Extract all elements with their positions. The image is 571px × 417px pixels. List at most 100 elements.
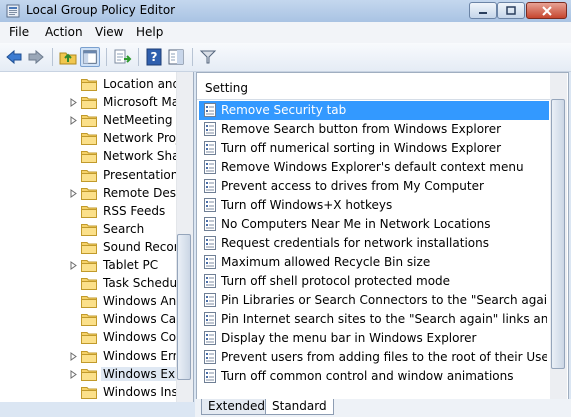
tree-item[interactable]: Presentation S xyxy=(0,167,190,185)
tree-item[interactable]: Windows Cale xyxy=(0,311,187,329)
setting-row[interactable]: Maximum allowed Recycle Bin size xyxy=(199,253,549,272)
tab-extended[interactable]: Extended xyxy=(201,399,272,415)
menu-help[interactable]: Help xyxy=(136,25,163,39)
policy-setting-icon xyxy=(204,179,216,193)
forward-icon[interactable] xyxy=(26,47,46,67)
up-folder-icon[interactable] xyxy=(58,47,78,67)
tab-standard[interactable]: Standard xyxy=(265,399,334,415)
expand-arrow-icon[interactable] xyxy=(70,369,77,379)
back-icon[interactable] xyxy=(4,47,24,67)
setting-row[interactable]: Pin Internet search sites to the "Search… xyxy=(199,310,549,329)
policy-setting-icon xyxy=(204,122,216,136)
folder-icon xyxy=(81,223,97,236)
setting-name: Remove Windows Explorer's default contex… xyxy=(221,160,524,174)
navigation-tree[interactable]: Location and Microsoft Ma NetMeeting Networ… xyxy=(0,72,194,402)
folder-icon xyxy=(81,314,97,327)
tree-item[interactable]: NetMeeting xyxy=(0,112,176,130)
tree-item[interactable]: Task Schedule xyxy=(0,275,188,293)
setting-row[interactable]: Turn off numerical sorting in Windows Ex… xyxy=(199,139,549,158)
tree-item-label: Remote Deskt xyxy=(103,185,188,200)
setting-row[interactable]: Remove Security tab xyxy=(199,101,549,120)
folder-icon xyxy=(81,79,97,91)
tree-item[interactable]: Microsoft Ma xyxy=(0,94,179,112)
setting-row[interactable]: Prevent access to drives from My Compute… xyxy=(199,177,549,196)
setting-row[interactable]: Request credentials for network installa… xyxy=(199,234,549,253)
folder-icon xyxy=(81,386,97,399)
view-tabs: Extended Standard xyxy=(195,399,571,417)
menu-file[interactable]: File xyxy=(9,25,29,39)
policy-setting-icon xyxy=(204,350,216,364)
tree-item[interactable]: Sound Record xyxy=(0,239,186,257)
tree-item[interactable]: Windows Col xyxy=(0,329,179,347)
setting-column-header[interactable]: Setting xyxy=(197,73,550,100)
toolbar-separator xyxy=(138,48,139,66)
settings-scrollbar-thumb[interactable] xyxy=(551,99,565,369)
folder-icon xyxy=(81,133,97,146)
policy-setting-icon xyxy=(204,312,216,326)
expand-arrow-icon[interactable] xyxy=(70,188,77,198)
tree-item[interactable]: Location and xyxy=(0,76,180,94)
title-bar: Local Group Policy Editor xyxy=(0,0,571,22)
setting-name: Request credentials for network installa… xyxy=(221,236,489,250)
expand-arrow-icon[interactable] xyxy=(70,261,77,270)
expand-arrow-icon[interactable] xyxy=(70,351,77,361)
folder-icon xyxy=(81,151,97,164)
setting-name: Display the menu bar in Windows Explorer xyxy=(221,331,477,345)
settings-list[interactable]: Setting Remove Security tab Remove Search… xyxy=(196,72,569,403)
tree-item[interactable]: Windows Inst xyxy=(0,384,182,402)
setting-name: No Computers Near Me in Network Location… xyxy=(221,217,491,231)
setting-row[interactable]: Turn off Windows+X hotkeys xyxy=(199,196,549,215)
tree-item[interactable]: Windows Erro xyxy=(0,348,185,366)
maximize-button[interactable] xyxy=(497,2,525,19)
setting-row[interactable]: Turn off common control and window anima… xyxy=(199,367,549,386)
properties-pane-icon[interactable] xyxy=(166,47,186,67)
setting-name: Remove Security tab xyxy=(221,103,347,117)
folder-icon xyxy=(81,278,97,291)
tree-item-label: Tablet PC xyxy=(103,258,159,272)
tree-item[interactable]: Remote Deskt xyxy=(0,185,188,203)
setting-row[interactable]: Turn off shell protocol protected mode xyxy=(199,272,549,291)
tree-item[interactable]: RSS Feeds xyxy=(0,203,176,221)
setting-row[interactable]: Prevent users from adding files to the r… xyxy=(199,348,549,367)
folder-icon xyxy=(81,241,97,254)
expand-arrow-icon[interactable] xyxy=(70,98,77,108)
setting-row[interactable]: Remove Search button from Windows Explor… xyxy=(199,120,549,139)
folder-icon xyxy=(81,368,97,381)
menu-view[interactable]: View xyxy=(95,25,123,39)
setting-row[interactable]: No Computers Near Me in Network Location… xyxy=(199,215,549,234)
window-title: Local Group Policy Editor xyxy=(26,3,176,17)
setting-name: Turn off common control and window anima… xyxy=(221,369,514,383)
folder-icon xyxy=(81,115,97,128)
tree-item-label: Search xyxy=(103,221,145,236)
tree-scrollbar-thumb[interactable] xyxy=(177,234,191,380)
setting-row[interactable]: Remove Windows Explorer's default contex… xyxy=(199,158,549,177)
setting-row[interactable]: Display the menu bar in Windows Explorer xyxy=(199,329,549,348)
toolbar: ? xyxy=(0,43,571,72)
setting-header-label: Setting xyxy=(205,81,248,95)
help-icon[interactable]: ? xyxy=(144,47,164,67)
policy-setting-icon xyxy=(204,331,216,345)
policy-setting-icon xyxy=(204,103,216,117)
tree-item[interactable]: Tablet PC xyxy=(0,257,176,275)
policy-setting-icon xyxy=(204,293,216,307)
policy-setting-icon xyxy=(204,255,216,269)
tree-item-label: Sound Record xyxy=(103,239,187,254)
close-button[interactable] xyxy=(526,2,567,19)
setting-name: Prevent users from adding files to the r… xyxy=(221,350,547,364)
filter-icon[interactable] xyxy=(198,47,218,67)
tree-item-label: Location and xyxy=(103,77,181,91)
tree-item-label: Windows Erro xyxy=(103,348,185,363)
show-hide-tree-icon[interactable] xyxy=(80,47,100,67)
tree-item[interactable]: Search xyxy=(0,221,176,239)
expand-arrow-icon[interactable] xyxy=(70,116,77,126)
tree-item[interactable]: Windows Any xyxy=(0,293,183,311)
export-list-icon[interactable] xyxy=(112,47,132,67)
toolbar-separator xyxy=(192,48,193,66)
tree-item[interactable]: Network Shar xyxy=(0,148,184,166)
minimize-button[interactable] xyxy=(469,2,497,19)
menu-action[interactable]: Action xyxy=(45,25,83,39)
tree-item-label: Windows Any xyxy=(103,294,184,309)
tree-item[interactable]: Network Proje xyxy=(0,130,187,148)
setting-row[interactable]: Pin Libraries or Search Connectors to th… xyxy=(199,291,549,310)
tree-item[interactable]: Windows Exp xyxy=(0,366,185,384)
